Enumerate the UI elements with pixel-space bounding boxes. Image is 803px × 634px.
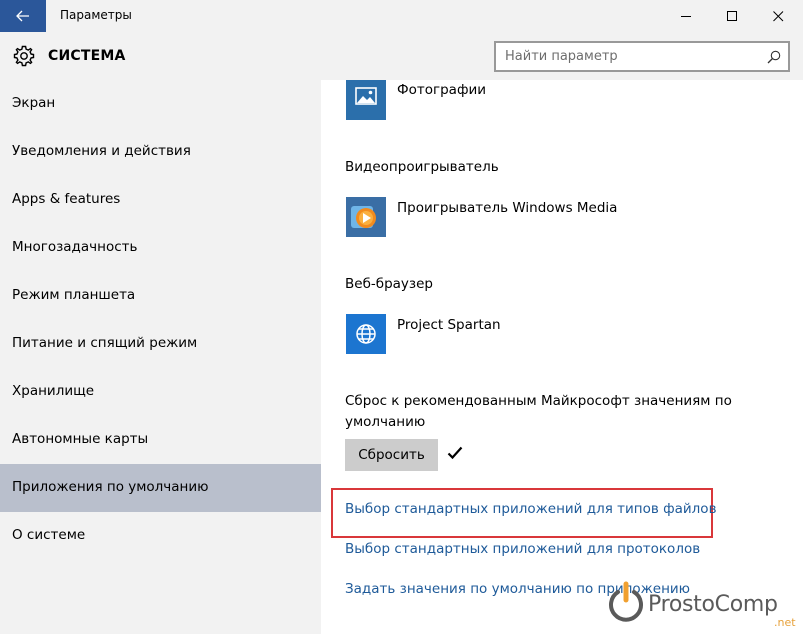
sidebar: Экран Уведомления и действия Apps & feat…: [0, 80, 321, 634]
sidebar-item-label: Хранилище: [12, 383, 95, 399]
close-icon: [772, 10, 783, 21]
photos-app-icon: [346, 80, 386, 120]
sidebar-item-label: Приложения по умолчанию: [12, 479, 209, 495]
sidebar-item-screen[interactable]: Экран: [0, 80, 321, 128]
minimize-icon: [680, 15, 691, 17]
web-browser-label: Веб-браузер: [345, 276, 433, 292]
video-app-name: Проигрыватель Windows Media: [397, 200, 618, 216]
sidebar-item-storage[interactable]: Хранилище: [0, 368, 321, 416]
photos-app-name: Фотографии: [397, 82, 487, 98]
video-player-label: Видеопроигрыватель: [345, 159, 499, 175]
protocols-link[interactable]: Выбор стандартных приложений для протоко…: [345, 541, 700, 557]
sidebar-item-multitasking[interactable]: Многозадачность: [0, 224, 321, 272]
windows-media-player-icon: [346, 197, 386, 237]
globe-icon: [346, 314, 386, 354]
content-pane: Фотографии Видеопроигрыватель Проигрыват…: [321, 80, 803, 634]
sidebar-item-label: Режим планшета: [12, 287, 136, 303]
browser-app-name: Project Spartan: [397, 317, 501, 333]
sidebar-item-label: Питание и спящий режим: [12, 335, 198, 351]
sidebar-item-about[interactable]: О системе: [0, 512, 321, 560]
reset-description: Сброс к рекомендованным Майкрософт значе…: [345, 393, 732, 430]
sidebar-item-label: О системе: [12, 527, 86, 543]
watermark-text: ProstoComp: [648, 592, 778, 617]
sidebar-item-label: Экран: [12, 95, 56, 111]
power-logo-icon: [609, 581, 643, 622]
back-arrow-icon: [16, 10, 29, 22]
reset-button[interactable]: Сбросить: [345, 439, 438, 471]
watermark-suffix: .net: [774, 616, 796, 629]
sidebar-item-notifications[interactable]: Уведомления и действия: [0, 128, 321, 176]
checkmark-icon: [447, 446, 463, 460]
sidebar-item-default-apps[interactable]: Приложения по умолчанию: [0, 464, 321, 512]
search-icon: [767, 50, 781, 64]
search-input[interactable]: Найти параметр: [494, 41, 790, 72]
minimize-button[interactable]: [663, 0, 709, 32]
search-placeholder: Найти параметр: [505, 49, 618, 64]
settings-header: СИСТЕМА Найти параметр: [0, 32, 803, 80]
maximize-icon: [726, 10, 737, 21]
close-button[interactable]: [755, 0, 801, 32]
sidebar-item-label: Apps & features: [12, 191, 121, 207]
file-types-link[interactable]: Выбор стандартных приложений для типов ф…: [345, 501, 717, 517]
sidebar-item-tablet-mode[interactable]: Режим планшета: [0, 272, 321, 320]
sidebar-item-label: Автономные карты: [12, 431, 149, 447]
window-title: Параметры: [60, 8, 132, 22]
sidebar-item-label: Многозадачность: [12, 239, 138, 255]
section-title: СИСТЕМА: [48, 48, 126, 64]
maximize-button[interactable]: [709, 0, 755, 32]
sidebar-item-apps-features[interactable]: Apps & features: [0, 176, 321, 224]
back-button[interactable]: [0, 0, 46, 32]
gear-icon: [13, 45, 35, 67]
sidebar-item-power-sleep[interactable]: Питание и спящий режим: [0, 320, 321, 368]
title-bar: Параметры: [0, 0, 803, 32]
sidebar-item-label: Уведомления и действия: [12, 143, 191, 159]
sidebar-item-offline-maps[interactable]: Автономные карты: [0, 416, 321, 464]
prostocomp-watermark: ProstoComp .net: [604, 578, 803, 634]
